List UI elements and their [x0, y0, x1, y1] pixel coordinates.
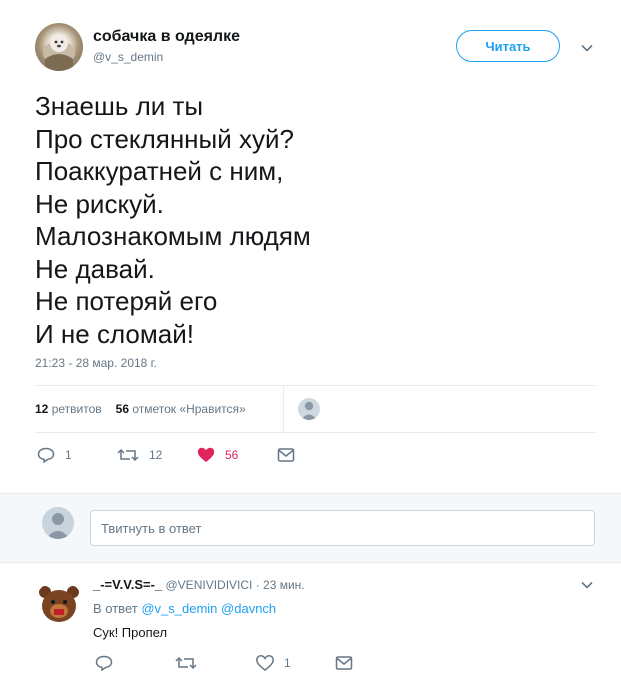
reply-author-handle[interactable]: @VENIVIDIVICI — [166, 578, 253, 592]
main-tweet: собачка в одеялке @v_s_demin Читать Знае… — [0, 0, 621, 493]
retweet-icon — [175, 656, 197, 670]
reply-header: _-=V.V.S=-_ @VENIVIDIVICI · 23 мин. — [93, 577, 305, 592]
retweets-label: ретвитов — [51, 402, 102, 416]
reply-text: Сук! Пропел — [93, 625, 168, 640]
envelope-icon — [335, 656, 353, 670]
reply-tweet: _-=V.V.S=-_ @VENIVIDIVICI · 23 мин. В от… — [0, 563, 621, 683]
retweet-action[interactable]: 12 — [117, 447, 162, 463]
like-count: 1 — [284, 656, 291, 670]
author-handle[interactable]: @v_s_demin — [93, 50, 240, 64]
likes-count: 56 — [115, 402, 129, 416]
tweet-stats: 12 ретвитов 56 отметок «Нравится» — [35, 402, 246, 416]
reply-prefix: В ответ — [93, 601, 138, 616]
divider — [283, 386, 284, 432]
reply-input[interactable]: Твитнуть в ответ — [90, 510, 595, 546]
retweets-count: 12 — [35, 402, 49, 416]
reply-action[interactable]: 1 — [37, 447, 72, 463]
mention-link[interactable]: @v_s_demin — [141, 601, 217, 616]
mention-link[interactable]: @davnch — [221, 601, 276, 616]
chevron-down-icon[interactable] — [580, 578, 594, 592]
retweet-icon — [117, 448, 139, 462]
liker-avatar[interactable] — [298, 398, 320, 420]
tweet-line: Малознакомым людям — [35, 221, 311, 251]
current-user-avatar — [42, 507, 74, 539]
author-name[interactable]: собачка в одеялке — [93, 28, 240, 46]
reply-composer: Твитнуть в ответ — [0, 493, 621, 563]
envelope-icon — [277, 448, 295, 462]
heart-icon — [256, 655, 274, 671]
chevron-down-icon[interactable] — [580, 41, 594, 55]
tweet-line: Не давай. — [35, 253, 155, 284]
divider — [35, 432, 596, 433]
likes-label: отметок «Нравится» — [132, 402, 246, 416]
tweet-line: И не сломай! — [35, 318, 194, 349]
divider — [35, 385, 596, 386]
retweet-count: 12 — [149, 448, 163, 462]
follow-button[interactable]: Читать — [456, 30, 560, 62]
retweet-action[interactable] — [175, 655, 207, 671]
likes-stat[interactable]: 56 отметок «Нравится» — [116, 402, 246, 416]
tweet-line: Поаккуратней с ним, — [35, 156, 284, 186]
reply-icon — [37, 447, 55, 463]
author-avatar[interactable] — [35, 23, 83, 71]
tweet-line: Не потеряй его — [35, 286, 218, 316]
tweet-text: Знаешь ли ты Про стеклянный хуй? Поаккур… — [35, 90, 595, 350]
dm-action[interactable] — [277, 447, 305, 463]
author-info: собачка в одеялке @v_s_demin — [93, 28, 240, 64]
retweets-stat[interactable]: 12 ретвитов — [35, 402, 102, 416]
reply-context: В ответ @v_s_demin @davnch — [93, 601, 276, 616]
tweet-line: Не рискуй. — [35, 188, 164, 219]
tweet-line: Про стеклянный хуй? — [35, 123, 294, 154]
heart-icon — [197, 447, 215, 462]
like-count: 56 — [225, 448, 239, 462]
like-action[interactable]: 1 — [256, 655, 291, 671]
reply-action[interactable] — [95, 655, 123, 671]
reply-time[interactable]: · 23 мин. — [256, 578, 305, 592]
reply-author-name[interactable]: _-=V.V.S=-_ — [93, 577, 162, 592]
tweet-line: Знаешь ли ты — [35, 91, 204, 121]
like-action[interactable]: 56 — [197, 447, 238, 463]
reply-icon — [95, 655, 113, 671]
reply-count: 1 — [65, 448, 72, 462]
dm-action[interactable] — [335, 655, 363, 671]
reply-author-avatar[interactable] — [35, 580, 83, 628]
tweet-timestamp[interactable]: 21:23 - 28 мар. 2018 г. — [35, 356, 157, 370]
